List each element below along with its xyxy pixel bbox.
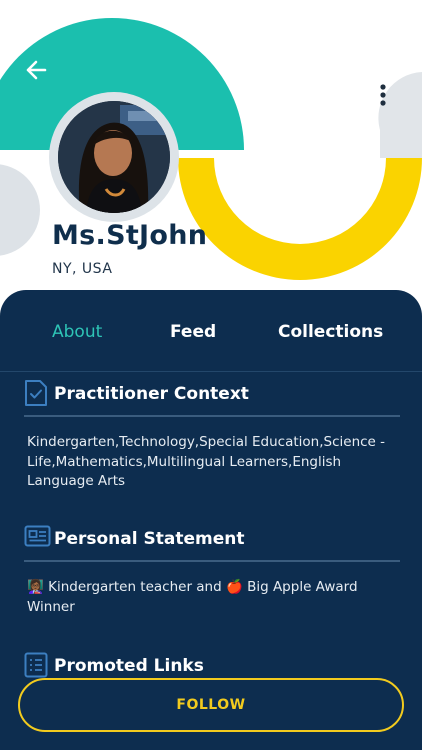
more-vertical-icon (380, 84, 386, 106)
more-options-button[interactable] (368, 80, 398, 110)
section-divider (24, 415, 400, 417)
avatar (58, 101, 170, 213)
practitioner-context-title: Practitioner Context (54, 384, 249, 404)
tab-feed[interactable]: Feed (170, 322, 216, 342)
back-button[interactable] (20, 54, 52, 86)
promoted-links-title: Promoted Links (54, 656, 204, 676)
profile-location: NY, USA (52, 261, 113, 277)
personal-statement-title: Personal Statement (54, 529, 245, 549)
arrow-left-icon (26, 60, 47, 80)
section-divider (24, 560, 400, 562)
personal-statement-text: 👩🏾‍🏫 Kindergarten teacher and 🍎 Big Appl… (27, 579, 358, 615)
avatar-photo (58, 101, 170, 213)
tab-collections[interactable]: Collections (278, 322, 383, 342)
practitioner-context-text: Kindergarten,Technology,Special Educatio… (27, 434, 386, 489)
id-card-icon (24, 525, 51, 547)
profile-header: Ms.StJohn NY, USA (0, 0, 422, 300)
list-icon (24, 652, 48, 678)
tab-about[interactable]: About (52, 322, 102, 342)
follow-button[interactable]: FOLLOW (18, 678, 404, 732)
tab-bar: About Feed Collections (0, 290, 422, 372)
profile-name: Ms.StJohn (52, 220, 208, 251)
document-check-icon (25, 380, 47, 406)
